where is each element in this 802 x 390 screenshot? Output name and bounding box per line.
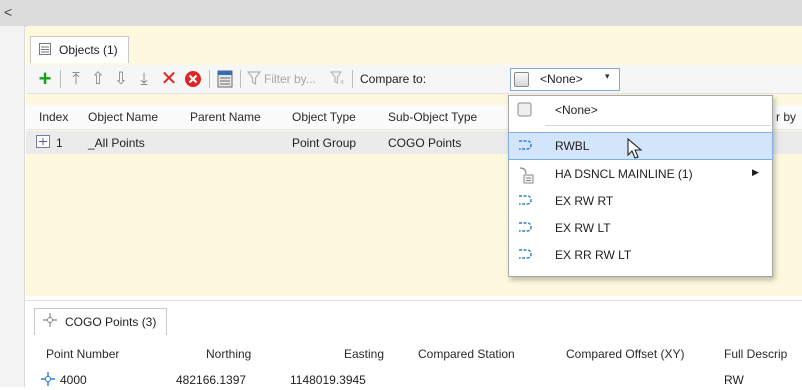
dropdown-item-ex-rw-rt[interactable]: EX RW RT — [509, 188, 772, 214]
filter-by-input[interactable]: Filter by... — [264, 67, 334, 91]
dropdown-separator — [545, 125, 771, 126]
toolbar-separator — [352, 70, 353, 88]
column-header-easting[interactable]: Easting — [344, 347, 384, 361]
dropdown-item-ex-rw-lt[interactable]: EX RW LT — [509, 215, 772, 241]
compare-to-dropdown: <None> RWBL HA DSNCL MAINLINE (1) ▶ EX R… — [508, 95, 773, 277]
objects-toolbar: + ⤒ ⇧ ⇩ ⤓ ✕ Filter by... x Compare to: — [26, 65, 802, 94]
dropdown-item-ha-dsncl-mainline[interactable]: HA DSNCL MAINLINE (1) ▶ — [509, 161, 772, 187]
alignment-icon — [517, 193, 535, 210]
site-icon — [517, 166, 535, 187]
alignment-icon — [517, 138, 535, 155]
compare-to-combobox[interactable]: <None> ▾ — [510, 68, 620, 91]
move-to-top-icon[interactable]: ⤒ — [67, 67, 85, 91]
filter-icon[interactable] — [244, 67, 264, 91]
dropdown-item-label: HA DSNCL MAINLINE (1) — [555, 167, 693, 181]
mouse-pointer-icon — [627, 137, 643, 163]
dropdown-item-label: RWBL — [555, 139, 590, 153]
move-up-icon[interactable]: ⇧ — [89, 67, 107, 91]
left-pane-strip — [0, 26, 25, 387]
column-header-compared-offset[interactable]: Compared Offset (XY) — [566, 347, 685, 361]
objects-tab-label: Objects (1) — [59, 43, 118, 57]
column-header-compared-station[interactable]: Compared Station — [418, 347, 515, 361]
column-header-object-name[interactable]: Object Name — [88, 110, 158, 124]
dropdown-item-label: EX RR RW LT — [555, 248, 632, 262]
move-to-bottom-icon[interactable]: ⤓ — [135, 67, 153, 91]
objects-list-icon — [39, 38, 51, 64]
row-point-number: 4000 — [60, 373, 87, 387]
chevron-down-icon[interactable]: ▾ — [605, 71, 610, 82]
cogo-points-tab-label: COGO Points (3) — [65, 315, 157, 329]
compare-to-label: Compare to: — [360, 72, 427, 86]
toolbar-separator — [209, 70, 210, 88]
alignment-icon — [517, 220, 535, 237]
dropdown-item-ex-rr-rw-lt[interactable]: EX RR RW LT — [509, 242, 772, 268]
cogo-points-tab[interactable]: COGO Points (3) — [34, 308, 168, 336]
row-object-name: _All Points — [88, 136, 145, 150]
row-full-description: RW — [724, 373, 744, 387]
column-header-full-description[interactable]: Full Descrip — [724, 347, 787, 361]
table-row[interactable]: 4000 482166.1397 1148019.3945 RW — [26, 370, 802, 390]
column-header-point-number[interactable]: Point Number — [46, 347, 119, 361]
column-header-northing[interactable]: Northing — [206, 347, 251, 361]
column-header-truncated[interactable]: r by — [776, 110, 796, 124]
clear-filter-icon[interactable]: x — [328, 67, 348, 91]
submenu-arrow-icon: ▶ — [752, 167, 759, 177]
blank-object-icon — [517, 102, 532, 120]
toolbar-separator — [60, 70, 61, 88]
svg-text:x: x — [340, 78, 344, 85]
row-object-type: Point Group — [292, 136, 357, 150]
alignment-icon — [517, 247, 535, 264]
row-sub-object-type: COGO Points — [388, 136, 462, 150]
column-header-object-type[interactable]: Object Type — [292, 110, 356, 124]
move-down-icon[interactable]: ⇩ — [112, 67, 130, 91]
column-header-parent-name[interactable]: Parent Name — [190, 110, 261, 124]
cogo-point-icon — [40, 372, 56, 389]
expand-icon[interactable] — [36, 135, 50, 151]
toolbar-separator — [240, 70, 241, 88]
table-properties-icon[interactable] — [215, 67, 235, 91]
row-northing: 482166.1397 — [176, 373, 247, 387]
add-icon[interactable]: + — [36, 67, 54, 91]
compare-to-value: <None> — [540, 72, 583, 86]
dropdown-item-label: EX RW RT — [555, 194, 614, 208]
dropdown-item-none[interactable]: <None> — [509, 97, 772, 123]
delete-all-icon[interactable] — [183, 67, 203, 91]
scroll-left-button[interactable]: < — [4, 2, 20, 22]
horizontal-scrollbar[interactable]: < — [0, 0, 802, 27]
column-header-index[interactable]: Index — [39, 110, 68, 124]
objects-tab[interactable]: Objects (1) — [30, 36, 129, 63]
dropdown-item-label: EX RW LT — [555, 221, 611, 235]
blank-object-icon — [514, 72, 529, 87]
delete-icon[interactable]: ✕ — [159, 67, 179, 91]
cogo-point-icon — [43, 310, 57, 336]
cogo-table-header: Point Number Northing Easting Compared S… — [26, 342, 802, 368]
row-easting: 1148019.3945 — [290, 373, 366, 387]
column-header-sub-object-type[interactable]: Sub-Object Type — [388, 110, 477, 124]
dropdown-item-label: <None> — [555, 103, 598, 117]
row-index: 1 — [56, 136, 63, 150]
